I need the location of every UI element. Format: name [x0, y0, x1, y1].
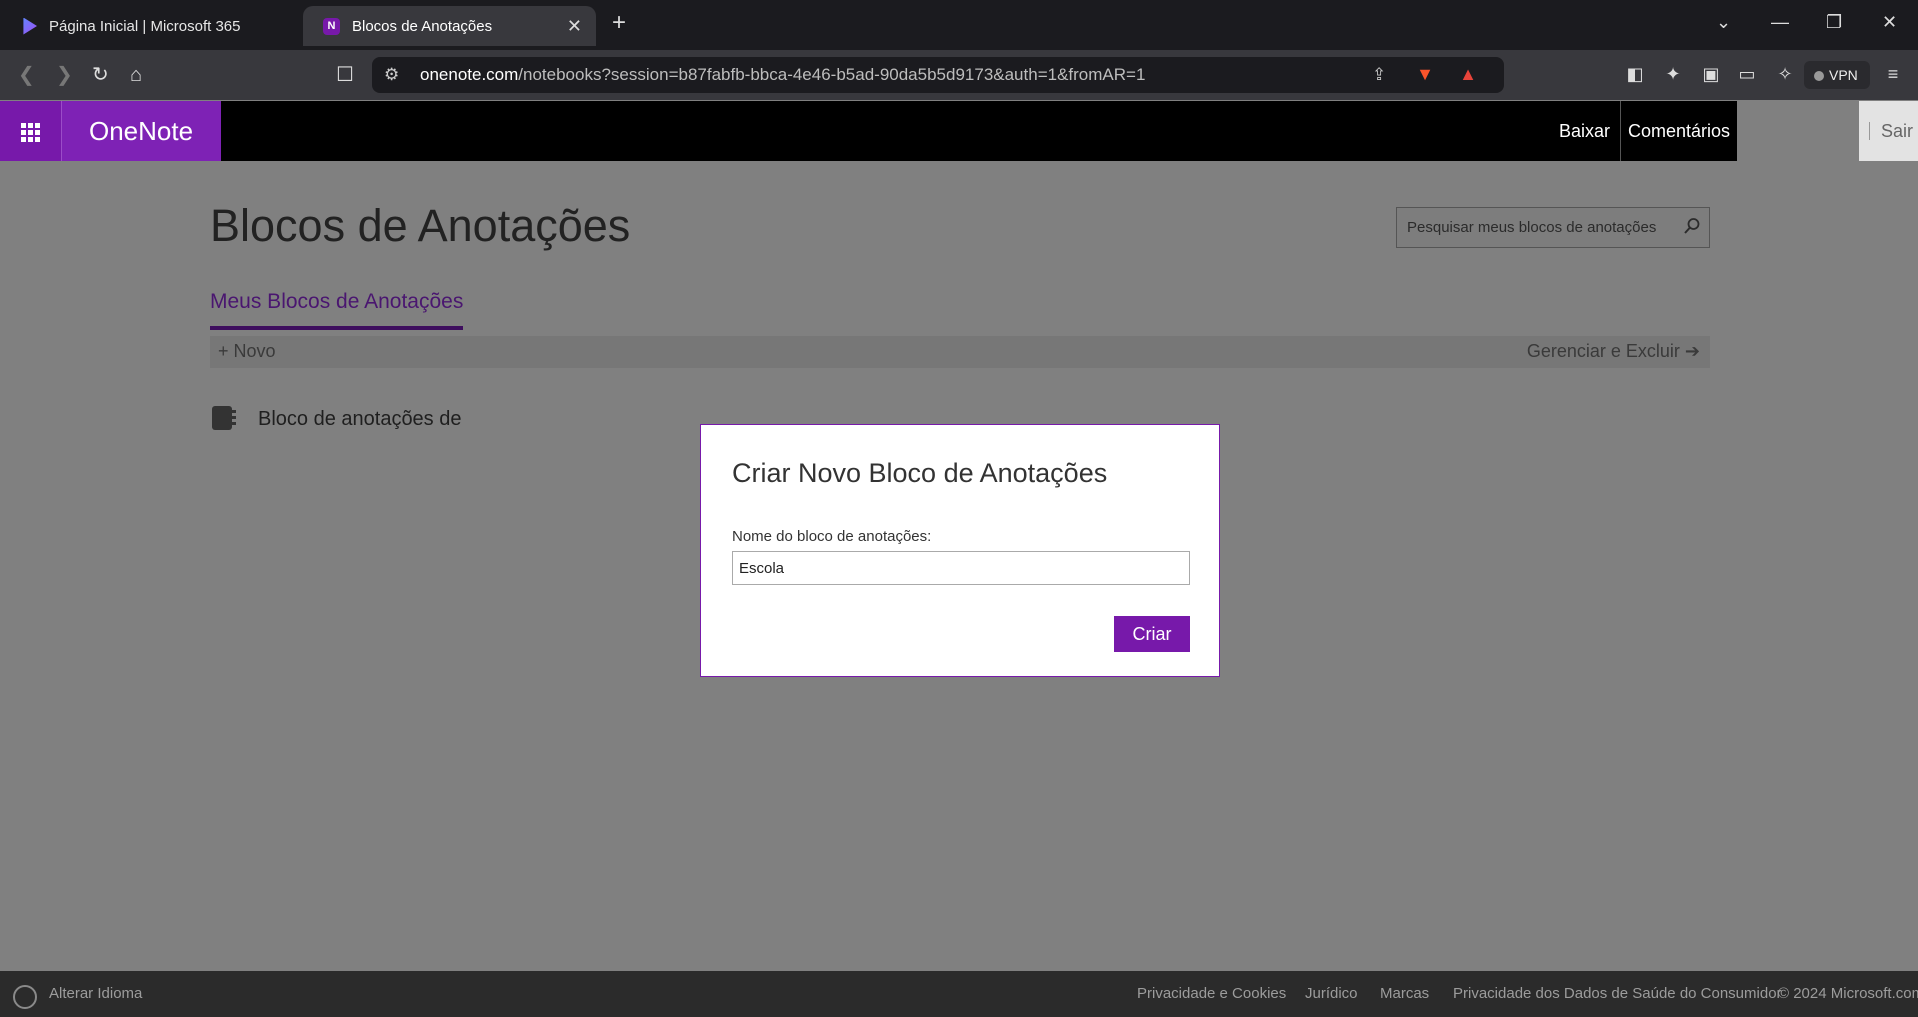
wallet-icon[interactable]: ▭	[1736, 63, 1758, 85]
new-notebook-button[interactable]: + Novo	[218, 341, 276, 362]
url-text[interactable]: onenote.com/notebooks?session=b87fabfb-b…	[420, 65, 1145, 85]
feedback-link[interactable]: Comentários	[1619, 101, 1739, 161]
notebook-search[interactable]	[1396, 207, 1710, 248]
leo-ai-icon[interactable]: ✧	[1774, 63, 1796, 85]
create-button[interactable]: Criar	[1114, 616, 1190, 652]
notebook-icon	[212, 406, 236, 430]
search-input[interactable]	[1397, 208, 1677, 247]
page-title: Blocos de Anotações	[210, 200, 631, 251]
tab-list-chevron-icon[interactable]: ⌄	[1716, 12, 1731, 33]
restore-button[interactable]: ❐	[1826, 12, 1842, 33]
sidebar-icon[interactable]: ▣	[1700, 63, 1722, 85]
search-icon[interactable]	[1683, 217, 1701, 235]
vpn-status-dot	[1814, 71, 1824, 81]
notebook-name[interactable]: Bloco de anotações de	[258, 408, 462, 431]
command-bar: + Novo Gerenciar e Excluir ➔	[210, 336, 1710, 368]
bookmark-icon[interactable]: ☐	[336, 63, 354, 87]
privacy-link[interactable]: Privacidade e Cookies	[1137, 985, 1286, 1002]
health-privacy-link[interactable]: Privacidade dos Dados de Saúde do Consum…	[1453, 985, 1782, 1002]
create-notebook-dialog: Criar Novo Bloco de Anotações Nome do bl…	[700, 424, 1220, 677]
brave-shields-icon[interactable]: ▼	[1414, 63, 1436, 85]
tab-onenote[interactable]: N Blocos de Anotações ✕	[303, 6, 596, 46]
home-button[interactable]: ⌂	[130, 63, 142, 87]
tab-microsoft365[interactable]: Página Inicial | Microsoft 365	[0, 6, 298, 46]
back-button[interactable]: ❮	[18, 63, 35, 87]
manage-delete-button[interactable]: Gerenciar e Excluir ➔	[1527, 341, 1700, 362]
tab-my-notebooks[interactable]: Meus Blocos de Anotações	[210, 290, 464, 330]
arrow-circle-icon: ➔	[1684, 341, 1700, 361]
footer: Alterar Idioma Privacidade e Cookies Jur…	[0, 971, 1918, 1017]
download-link[interactable]: Baixar	[1550, 101, 1619, 161]
signout-button[interactable]: Sair	[1859, 101, 1918, 161]
tab-title: Blocos de Anotações	[352, 17, 493, 35]
address-bar[interactable]: ⚙ onenote.com/notebooks?session=b87fabfb…	[372, 57, 1504, 93]
site-settings-icon[interactable]: ⚙	[384, 65, 399, 85]
forward-button[interactable]: ❯	[56, 63, 73, 87]
browser-navbar: ❮ ❯ ↻ ⌂ ☐ ⚙ onenote.com/notebooks?sessio…	[0, 50, 1918, 100]
menu-icon[interactable]: ≡	[1882, 63, 1904, 85]
onenote-icon: N	[323, 17, 340, 35]
plus-icon: +	[218, 341, 234, 361]
share-icon[interactable]: ⇪	[1372, 65, 1386, 85]
close-tab-icon[interactable]: ✕	[567, 16, 582, 37]
app-name[interactable]: OneNote	[61, 101, 221, 161]
minimize-button[interactable]: —	[1771, 12, 1789, 33]
reload-button[interactable]: ↻	[92, 63, 109, 87]
app-launcher-button[interactable]	[0, 101, 61, 161]
microsoft365-icon	[23, 17, 37, 35]
close-window-button[interactable]: ✕	[1882, 12, 1897, 33]
vpn-button[interactable]: VPN	[1804, 61, 1870, 89]
trademarks-link[interactable]: Marcas	[1380, 985, 1429, 1002]
browser-tabbar: Página Inicial | Microsoft 365 N Blocos …	[0, 0, 1918, 50]
onenote-header: OneNote Baixar Comentários	[0, 101, 1737, 161]
notebook-name-input[interactable]	[732, 551, 1190, 585]
new-tab-button[interactable]: +	[612, 11, 626, 35]
dialog-title: Criar Novo Bloco de Anotações	[732, 458, 1108, 488]
change-language-link[interactable]: Alterar Idioma	[49, 985, 142, 1002]
globe-icon	[13, 985, 37, 1009]
extensions-icon[interactable]: ✦	[1662, 63, 1684, 85]
brave-rewards-icon[interactable]: ▲	[1457, 63, 1479, 85]
tab-title: Página Inicial | Microsoft 365	[49, 17, 241, 35]
copyright: © 2024 Microsoft.com	[1778, 985, 1918, 1002]
legal-link[interactable]: Jurídico	[1305, 985, 1358, 1002]
notebook-name-label: Nome do bloco de anotações:	[732, 528, 932, 545]
bitwarden-icon[interactable]: ◧	[1624, 63, 1646, 85]
